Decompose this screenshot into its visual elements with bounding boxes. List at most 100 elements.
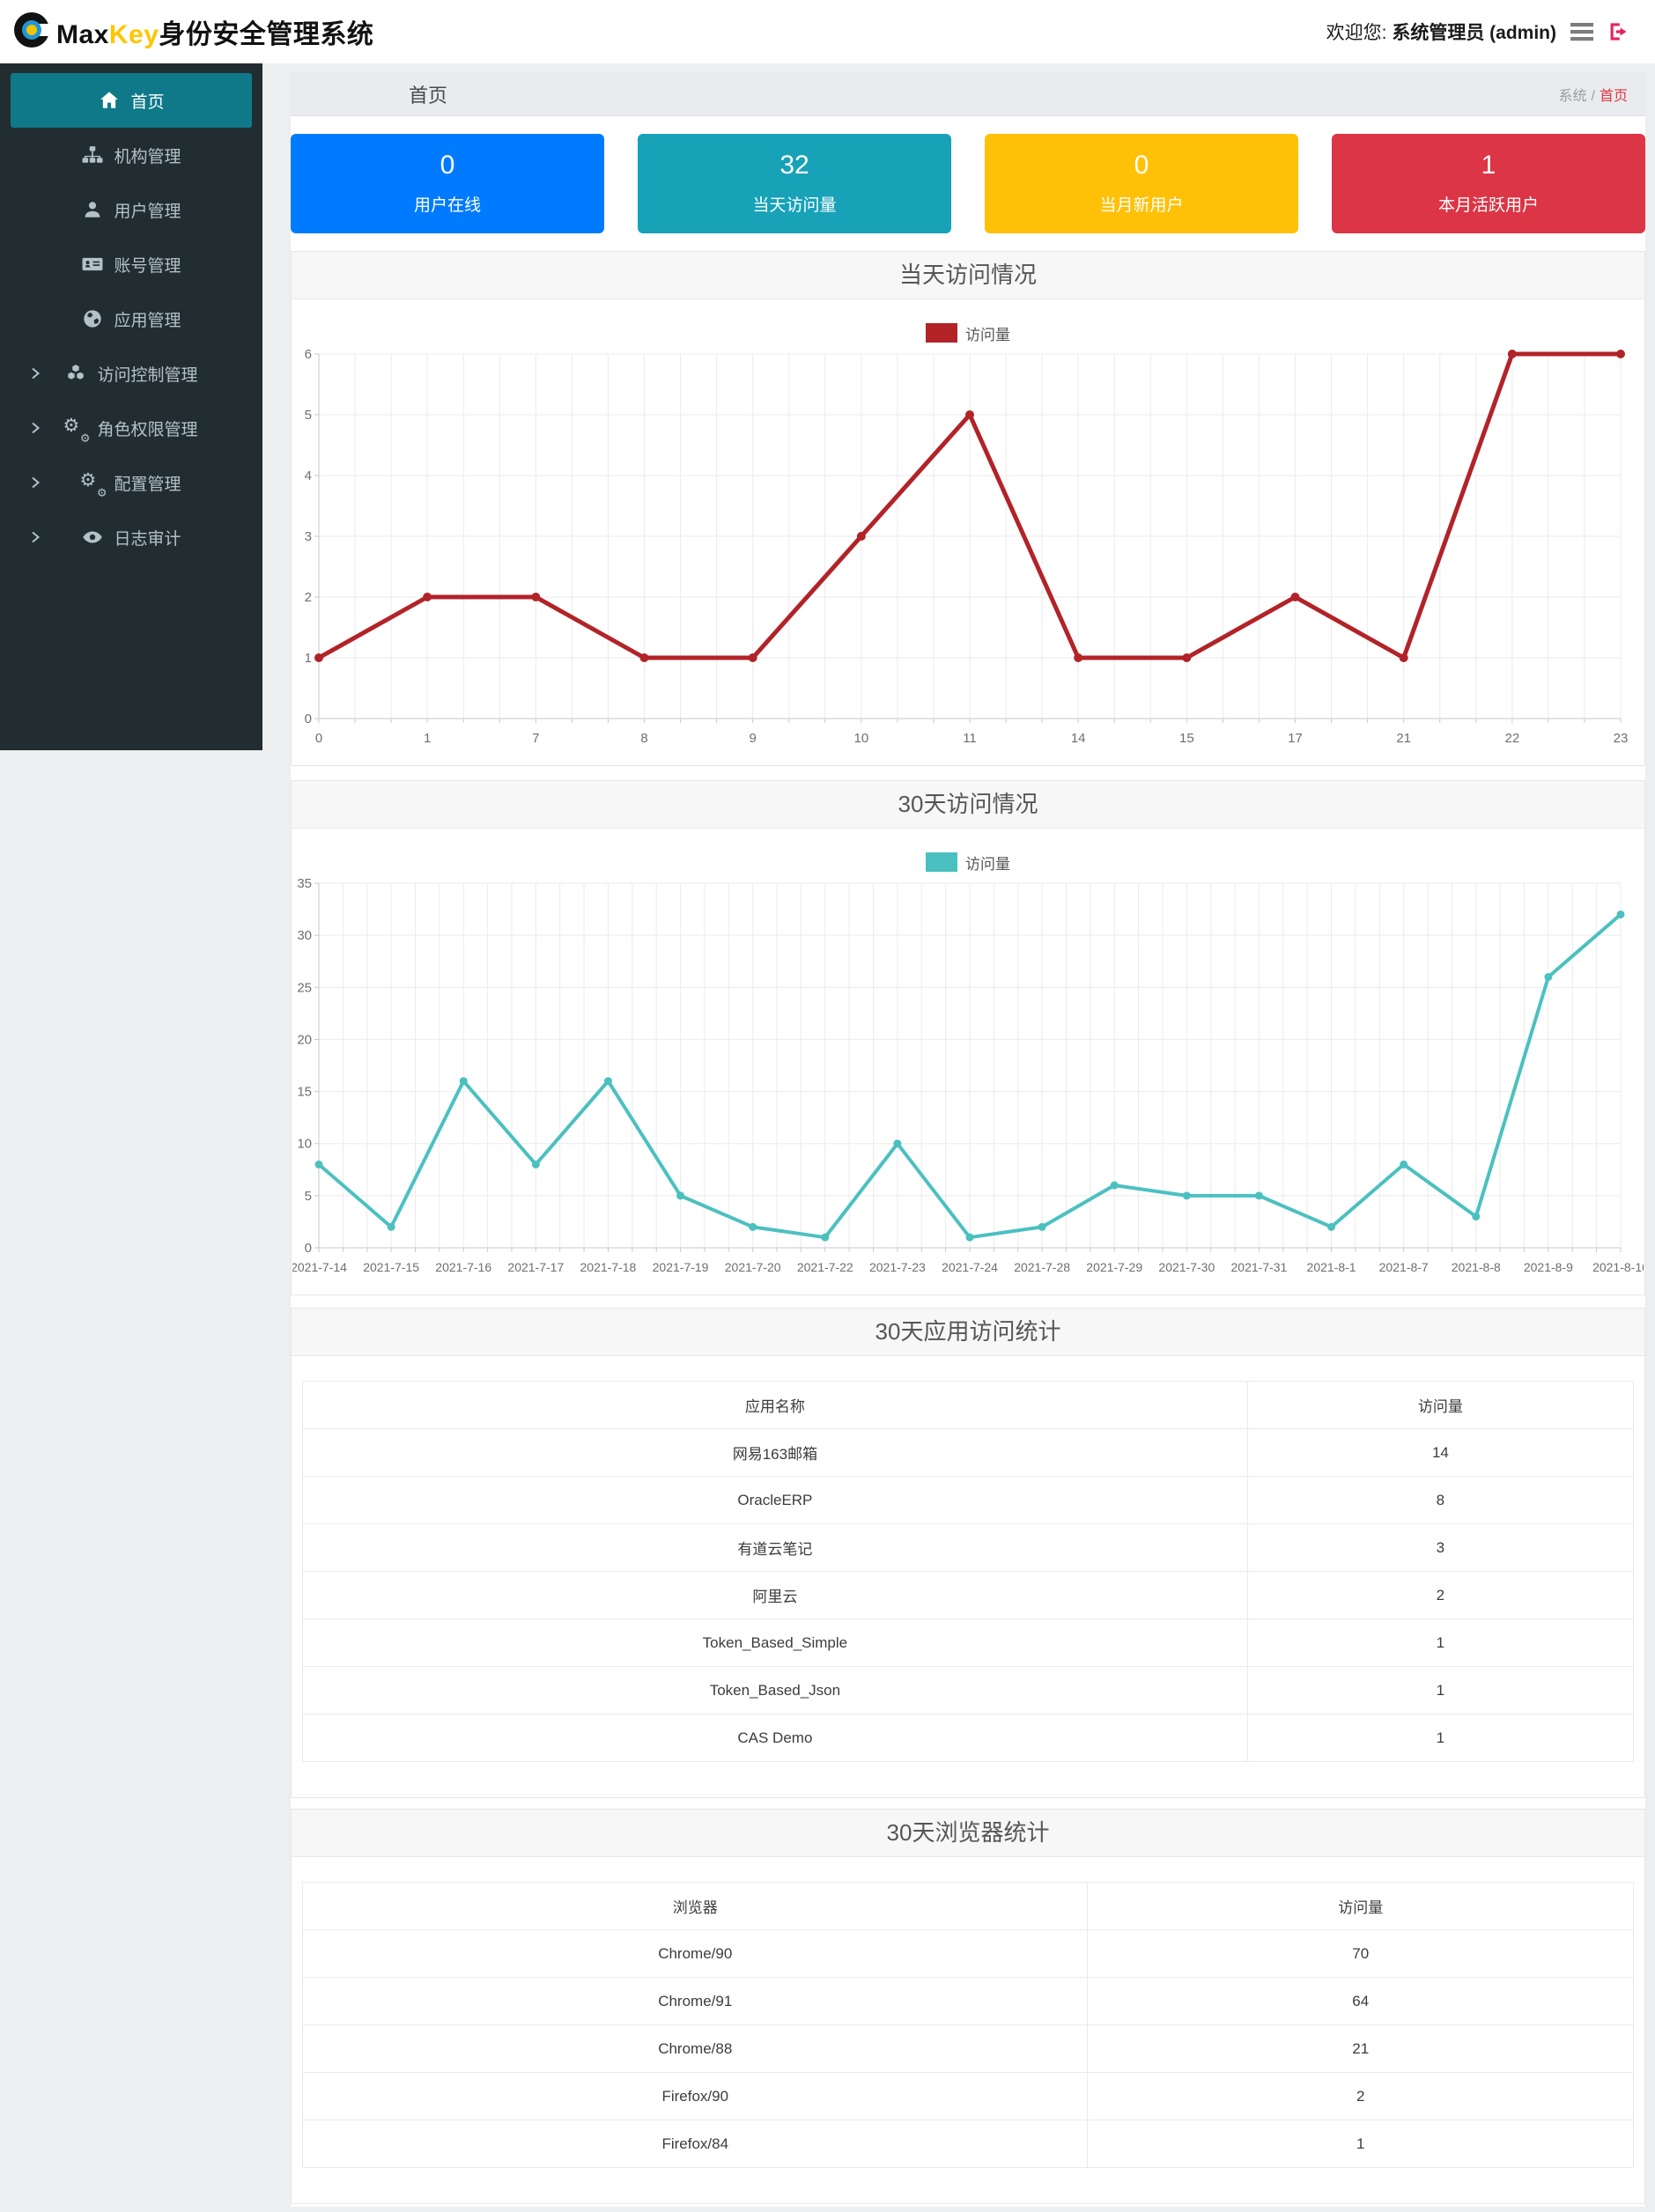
sidebar-item-org[interactable]: 机构管理 <box>11 128 252 182</box>
data-point <box>676 1191 685 1200</box>
stat-card: 1 本月活跃用户 <box>1332 134 1645 233</box>
x-tick-label: 2021-7-19 <box>653 1260 709 1274</box>
box-title: 30天应用访问统计 <box>292 1309 1644 1356</box>
y-tick-label: 0 <box>305 712 312 726</box>
y-tick-label: 3 <box>305 529 312 544</box>
x-tick-label: 2021-7-20 <box>725 1260 781 1274</box>
table-cell: 网易163邮箱 <box>302 1428 1248 1477</box>
y-tick-label: 10 <box>297 1137 312 1152</box>
legend-swatch <box>926 323 957 343</box>
column-header: 访问量 <box>1087 1882 1634 1930</box>
x-tick-label: 2021-7-30 <box>1158 1260 1215 1274</box>
table-row: Chrome/91 64 <box>301 1977 1634 2025</box>
sidebar-item-user[interactable]: 用户管理 <box>11 182 252 237</box>
chevron-right-icon <box>29 421 41 435</box>
data-point <box>1182 653 1192 662</box>
logout-icon[interactable] <box>1607 21 1629 42</box>
x-tick-label: 2021-7-29 <box>1086 1260 1142 1274</box>
breadcrumb-root-link[interactable]: 系统 <box>1559 89 1587 104</box>
welcome-text: 欢迎您: 系统管理员 (admin) <box>1326 23 1556 43</box>
x-tick-label: 1 <box>424 731 431 746</box>
x-tick-label: 22 <box>1504 731 1519 746</box>
column-header: 浏览器 <box>301 1882 1089 1930</box>
sidebar-menu: 首页机构管理用户管理 账号管理 应用管理 访问控制管理 ⚙ ⚙ 角色权限管理 ⚙ ⚙ 配置管理 日志… <box>0 73 262 564</box>
stat-card-label: 当天访问量 <box>752 196 837 215</box>
data-point <box>856 532 866 541</box>
stat-card-value: 1 <box>1481 151 1496 180</box>
x-tick-label: 2021-7-22 <box>797 1260 853 1274</box>
sitemap-icon <box>81 145 104 165</box>
data-point <box>1507 350 1517 358</box>
x-tick-label: 8 <box>640 731 647 746</box>
table-cell: Firefox/84 <box>301 2120 1089 2168</box>
sidebar-item-access[interactable]: 访问控制管理 <box>11 346 252 401</box>
sidebar-item-account[interactable]: 账号管理 <box>11 237 252 291</box>
stat-card-label: 本月活跃用户 <box>1437 196 1539 215</box>
x-tick-label: 7 <box>532 731 539 746</box>
table-cell: Token_Based_Json <box>302 1666 1248 1714</box>
chevron-right-icon <box>29 530 41 544</box>
data-point <box>639 653 649 662</box>
chart-30day-visits: 0 5 10 15 20 25 30 35 2021-7-14 2021-7-15 2021-7-1… <box>291 873 1649 1294</box>
sidebar-item-home[interactable]: 首页 <box>11 73 252 128</box>
x-tick-label: 2021-8-1 <box>1307 1260 1356 1274</box>
sidebar-item-label: 机构管理 <box>114 147 181 166</box>
data-point <box>1290 593 1300 601</box>
chart-daily-visits: 0 1 2 3 4 5 6 0 1 7 8 9 10 11 14 15 17 21 22 23 <box>292 343 1644 765</box>
table-cell: 有道云笔记 <box>302 1523 1248 1572</box>
sidebar-item-config[interactable]: ⚙ ⚙ 配置管理 <box>11 455 252 510</box>
stat-card-label: 用户在线 <box>413 196 481 215</box>
data-point <box>314 1160 323 1169</box>
breadcrumb-bar: 首页 系统 / 首页 <box>291 72 1645 116</box>
table-cell: Firefox/90 <box>301 2072 1089 2120</box>
sidebar-item-label: 配置管理 <box>114 475 181 494</box>
breadcrumb-current[interactable]: 首页 <box>1600 89 1628 104</box>
breadcrumb-separator: / <box>1591 88 1595 104</box>
x-tick-label: 14 <box>1071 731 1086 746</box>
data-point <box>1616 350 1625 358</box>
chart-daily-visits-box: 当天访问情况 访问量 0 1 2 3 4 5 6 0 1 7 8 9 10 11 14 15 17 21 22 23 <box>291 251 1645 766</box>
sidebar-item-role[interactable]: ⚙ ⚙ 角色权限管理 <box>11 401 252 455</box>
y-tick-label: 0 <box>305 1241 312 1256</box>
dashboard-boxes: 当天访问情况 访问量 0 1 2 3 4 5 6 0 1 7 8 9 10 11 14 15 17 21 22 23 30天… <box>291 251 1649 2204</box>
data-point <box>1400 1160 1408 1169</box>
sidebar-item-app[interactable]: 应用管理 <box>11 291 252 346</box>
table-row: Chrome/90 70 <box>301 1929 1634 1978</box>
data-point <box>1472 1213 1481 1221</box>
data-point <box>531 1160 540 1169</box>
table-row: 网易163邮箱 14 <box>302 1428 1635 1477</box>
y-tick-label: 1 <box>305 651 312 666</box>
brand-title: MaxKey身份安全管理系统 <box>56 20 374 49</box>
x-tick-label: 10 <box>853 731 868 746</box>
chart-legend: 访问量 <box>292 322 1644 343</box>
sidebar-item-audit[interactable]: 日志审计 <box>11 510 252 564</box>
chart-legend: 访问量 <box>292 852 1644 873</box>
table-cell: 21 <box>1087 2024 1634 2073</box>
stat-card-value: 0 <box>440 151 455 180</box>
table-cell: OracleERP <box>302 1476 1248 1524</box>
x-tick-label: 23 <box>1614 731 1629 746</box>
data-point <box>1110 1181 1119 1190</box>
data-point <box>965 1233 974 1242</box>
menu-toggle-icon[interactable] <box>1570 22 1593 41</box>
table-row: CAS Demo 1 <box>302 1714 1635 1762</box>
cubes-icon <box>64 364 87 383</box>
x-tick-label: 2021-7-17 <box>507 1260 564 1274</box>
table-header-row: 浏览器 访问量 <box>301 1882 1634 1930</box>
x-tick-label: 2021-7-31 <box>1231 1260 1288 1274</box>
table-app-visits-box: 30天应用访问统计 应用名称 访问量 网易163邮箱 14 OracleERP 8 有道云笔记… <box>291 1308 1645 1798</box>
maxkey-logo-icon <box>12 11 51 54</box>
breadcrumb: 系统 / 首页 <box>1559 84 1628 105</box>
y-tick-label: 4 <box>305 468 312 483</box>
x-tick-label: 2021-7-18 <box>580 1260 637 1274</box>
sidebar-item-label: 角色权限管理 <box>97 420 198 439</box>
x-tick-label: 2021-8-8 <box>1452 1260 1501 1274</box>
main-content: 首页 系统 / 首页 0 用户在线 32 当天访问量 0 当月新用户 1 本月活跃用户 当天访问情… <box>291 72 1649 2207</box>
data-point <box>1544 972 1553 981</box>
page-title: 首页 <box>409 84 448 107</box>
table-cell: 2 <box>1246 1571 1635 1619</box>
stat-card: 0 用户在线 <box>291 134 604 233</box>
data-point <box>749 1222 757 1231</box>
x-tick-label: 11 <box>963 731 977 746</box>
table-cell: 1 <box>1246 1618 1635 1667</box>
